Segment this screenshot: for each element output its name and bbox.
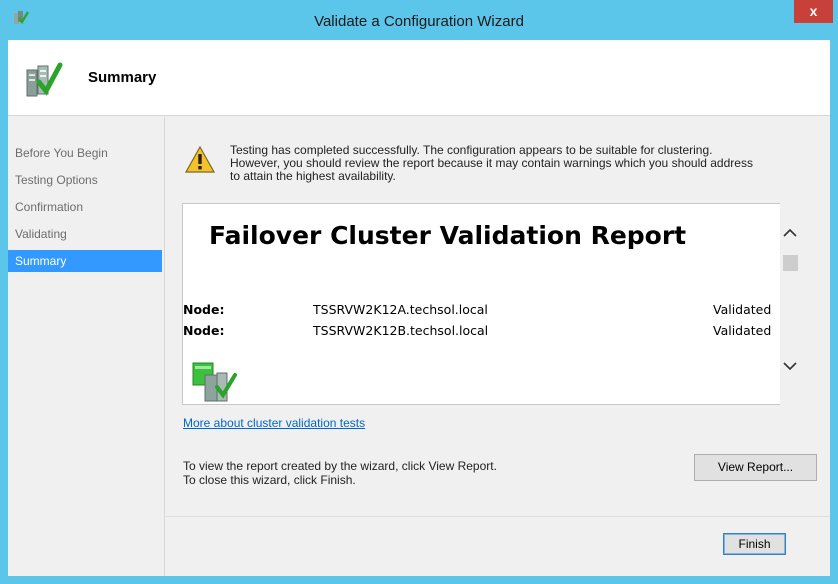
report-title: Failover Cluster Validation Report [209,221,687,250]
node-name: TSSRVW2K12A.techsol.local [313,302,488,317]
warning-icon [185,145,215,173]
chevron-up-icon[interactable] [782,225,798,239]
nav-item-confirmation[interactable]: Confirmation [8,196,162,218]
instructions-text: To view the report created by the wizard… [183,459,497,487]
nav-item-before-you-begin[interactable]: Before You Begin [8,142,162,164]
node-status: Validated [713,323,772,338]
nav-item-summary[interactable]: Summary [8,250,162,272]
wizard-client-area: Summary Before You Begin Testing Options… [8,40,830,576]
chevron-down-icon[interactable] [782,359,798,373]
page-title: Summary [88,69,157,86]
report-scrollbar[interactable] [780,203,800,405]
wizard-header: Summary [8,40,830,116]
node-status: Validated [713,302,772,317]
wizard-window: Validate a Configuration Wizard x Summar… [0,0,838,584]
scrollbar-thumb[interactable] [783,255,798,271]
nav-item-testing-options[interactable]: Testing Options [8,169,162,191]
nav-item-validating[interactable]: Validating [8,223,162,245]
instruction-line: To close this wizard, click Finish. [183,473,356,487]
cluster-report-icon [192,362,237,402]
cluster-check-icon [26,62,63,97]
wizard-steps-nav: Before You Begin Testing Options Confirm… [8,117,165,576]
more-about-tests-link[interactable]: More about cluster validation tests [183,416,365,430]
summary-panel: Testing has completed successfully. The … [166,117,830,576]
close-button[interactable]: x [794,0,833,23]
completion-message: Testing has completed successfully. The … [230,144,820,183]
instruction-line: To view the report created by the wizard… [183,459,497,473]
finish-button[interactable]: Finish [723,533,786,555]
node-name: TSSRVW2K12B.techsol.local [313,323,489,338]
divider [166,516,830,517]
node-label: Node: [183,302,225,317]
report-preview[interactable]: Failover Cluster Validation Report Node:… [182,203,782,405]
window-title: Validate a Configuration Wizard [314,13,524,30]
view-report-button[interactable]: View Report... [694,454,817,481]
message-line: to attain the highest availability. [230,169,396,183]
title-bar[interactable]: Validate a Configuration Wizard x [0,0,838,40]
node-label: Node: [183,323,225,338]
